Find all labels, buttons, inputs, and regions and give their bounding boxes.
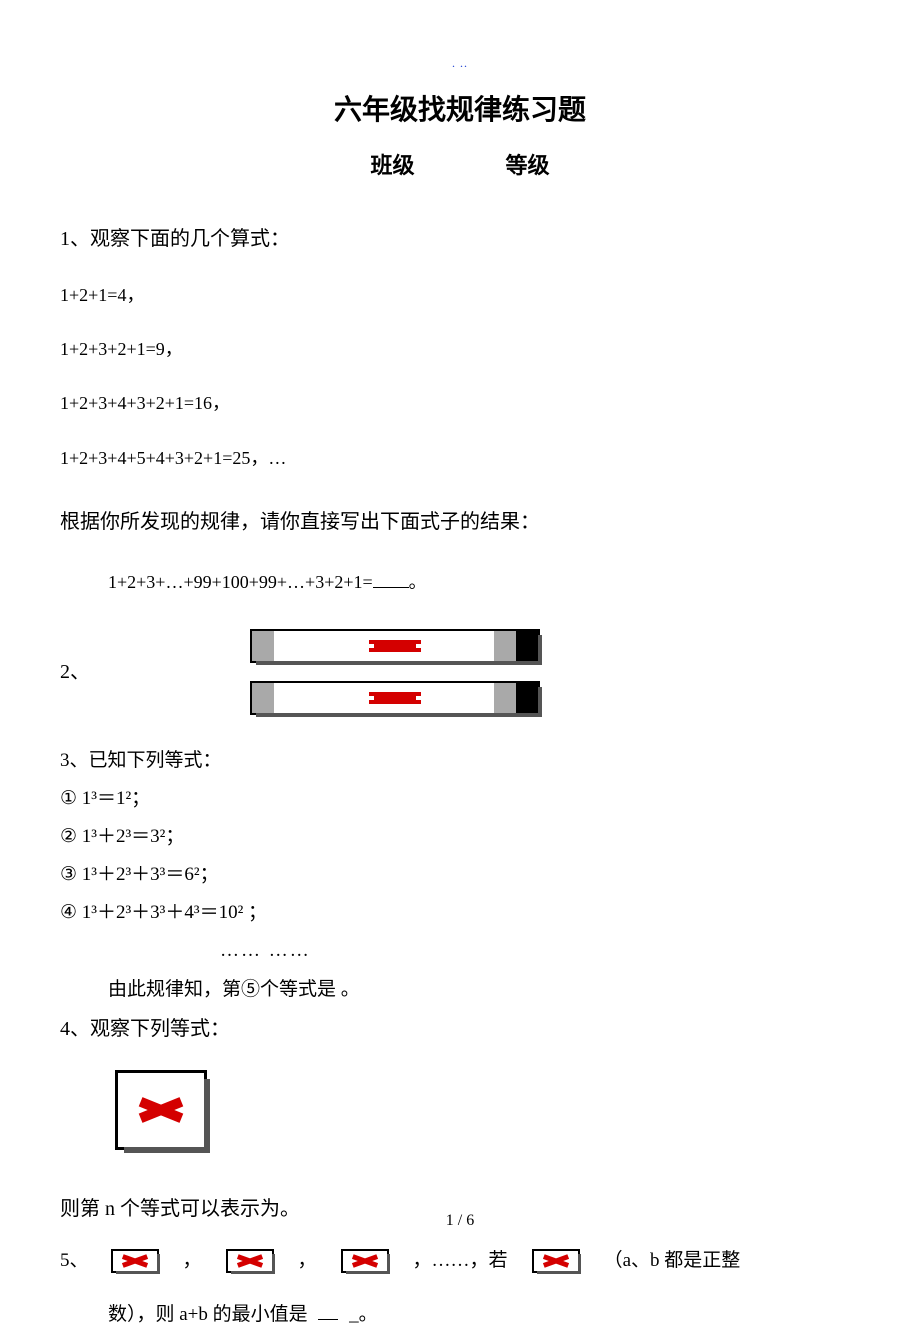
- broken-image-icon: [226, 1249, 274, 1273]
- page: . .. 六年级找规律练习题 班级 等级 1、观察下面的几个算式： 1+2+1=…: [0, 0, 920, 1300]
- q5-line2a: 数），则 a+b 的最小值是: [108, 1304, 308, 1325]
- q1-examples: 1+2+1=4， 1+2+3+2+1=9， 1+2+3+4+3+2+1=16， …: [60, 278, 860, 475]
- page-subtitle: 班级 等级: [60, 148, 860, 180]
- q5-tail2: （a、b 都是正整: [604, 1242, 741, 1280]
- q2-row: 2、: [60, 629, 860, 715]
- q5-row1: 5、 ， ， ，……，若 （a、b 都是正整: [60, 1242, 860, 1280]
- page-title: 六年级找规律练习题: [60, 88, 860, 128]
- q5-sep: ，: [183, 1242, 202, 1280]
- broken-image-icon: [341, 1249, 389, 1273]
- q3-conclusion: 由此规律知，第⑤个等式是 。: [60, 972, 860, 1008]
- q5-label: 5、: [60, 1242, 89, 1280]
- q5-row2: 数），则 a+b 的最小值是 _。: [60, 1296, 860, 1334]
- broken-image-icon: [115, 1070, 207, 1150]
- q1-instruction: 根据你所发现的规律，请你直接写出下面式子的结果：: [60, 503, 860, 541]
- q3-item-4: ④ 1³＋2³＋3³＋4³＝10² ；: [60, 895, 860, 931]
- q1-lead: 1、观察下面的几个算式：: [60, 220, 860, 258]
- q1-blank: [373, 569, 409, 588]
- q3-item-1: ① 1³＝1²；: [60, 781, 860, 817]
- q1-line-2: 1+2+3+2+1=9，: [60, 332, 860, 366]
- q1-final-suffix: 。: [409, 572, 427, 592]
- grade-label: 等级: [506, 153, 550, 178]
- q5-tail1: ，……，若: [413, 1242, 508, 1280]
- q1-final-expr: 1+2+3+…+99+100+99+…+3+2+1=: [108, 572, 373, 592]
- q3: 3、已知下列等式： ① 1³＝1²； ② 1³＋2³＝3²； ③ 1³＋2³＋3…: [60, 743, 860, 1008]
- q3-lead: 3、已知下列等式：: [60, 743, 860, 779]
- q3-item-2: ② 1³＋2³＝3²；: [60, 819, 860, 855]
- q5-sep: ，: [298, 1242, 317, 1280]
- class-label: 班级: [370, 153, 414, 178]
- q5-line2b: _。: [349, 1304, 378, 1325]
- q5-blank: [318, 1319, 338, 1320]
- q1-line-1: 1+2+1=4，: [60, 278, 860, 312]
- q5: 5、 ， ， ，……，若 （a、b 都是正整 数），则 a+b 的最小值是 _。: [60, 1242, 860, 1334]
- broken-image-icon: [250, 681, 540, 715]
- body: 1、观察下面的几个算式： 1+2+1=4， 1+2+3+2+1=9， 1+2+3…: [60, 220, 860, 1334]
- header-mark: . ..: [452, 56, 468, 71]
- broken-image-icon: [111, 1249, 159, 1273]
- q3-dots: …… ……: [60, 933, 860, 969]
- q2-images: [250, 629, 540, 715]
- q3-item-3: ③ 1³＋2³＋3³＝6²；: [60, 857, 860, 893]
- broken-image-icon: [532, 1249, 580, 1273]
- page-footer: 1 / 6: [0, 1212, 920, 1230]
- broken-image-icon: [250, 629, 540, 663]
- q4-lead: 4、观察下列等式：: [60, 1010, 860, 1048]
- q1-final: 1+2+3+…+99+100+99+…+3+2+1= 。: [60, 565, 860, 599]
- q2-label: 2、: [60, 653, 90, 691]
- q4-image-wrap: [115, 1070, 860, 1150]
- q1-line-3: 1+2+3+4+3+2+1=16，: [60, 386, 860, 420]
- q1-line-4: 1+2+3+4+5+4+3+2+1=25，…: [60, 441, 860, 475]
